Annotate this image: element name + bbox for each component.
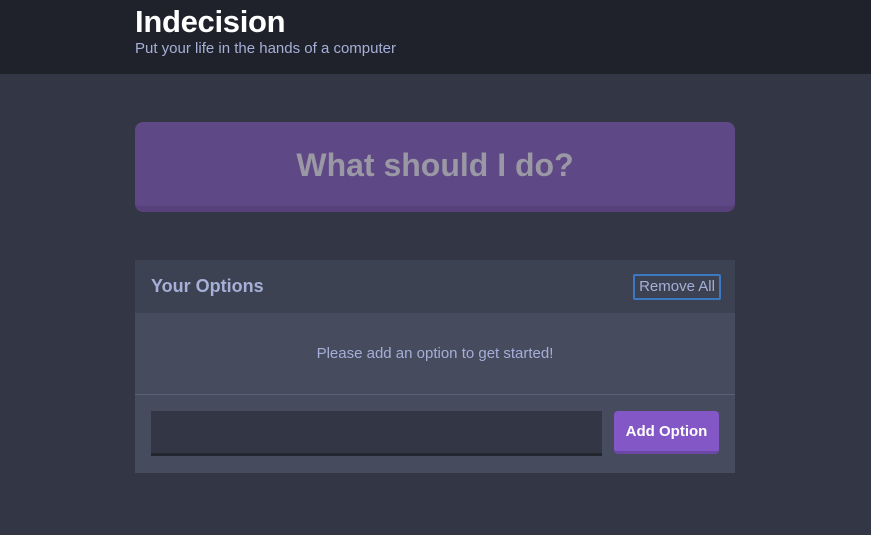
app-subtitle: Put your life in the hands of a computer [135, 40, 396, 57]
empty-options-message: Please add an option to get started! [135, 313, 735, 395]
add-option-button[interactable]: Add Option [614, 411, 719, 454]
options-title: Your Options [151, 276, 264, 296]
what-should-i-do-button[interactable]: What should I do? [135, 122, 735, 212]
app-header: Indecision Put your life in the hands of… [0, 0, 871, 74]
app-title: Indecision [135, 4, 286, 39]
header-content: Indecision Put your life in the hands of… [135, 4, 396, 57]
option-input[interactable] [151, 411, 602, 456]
options-widget-header: Your Options Remove All [135, 260, 735, 313]
remove-all-button[interactable]: Remove All [633, 273, 721, 300]
add-option-form: Add Option [135, 395, 735, 456]
options-widget: Your Options Remove All Please add an op… [135, 260, 735, 473]
